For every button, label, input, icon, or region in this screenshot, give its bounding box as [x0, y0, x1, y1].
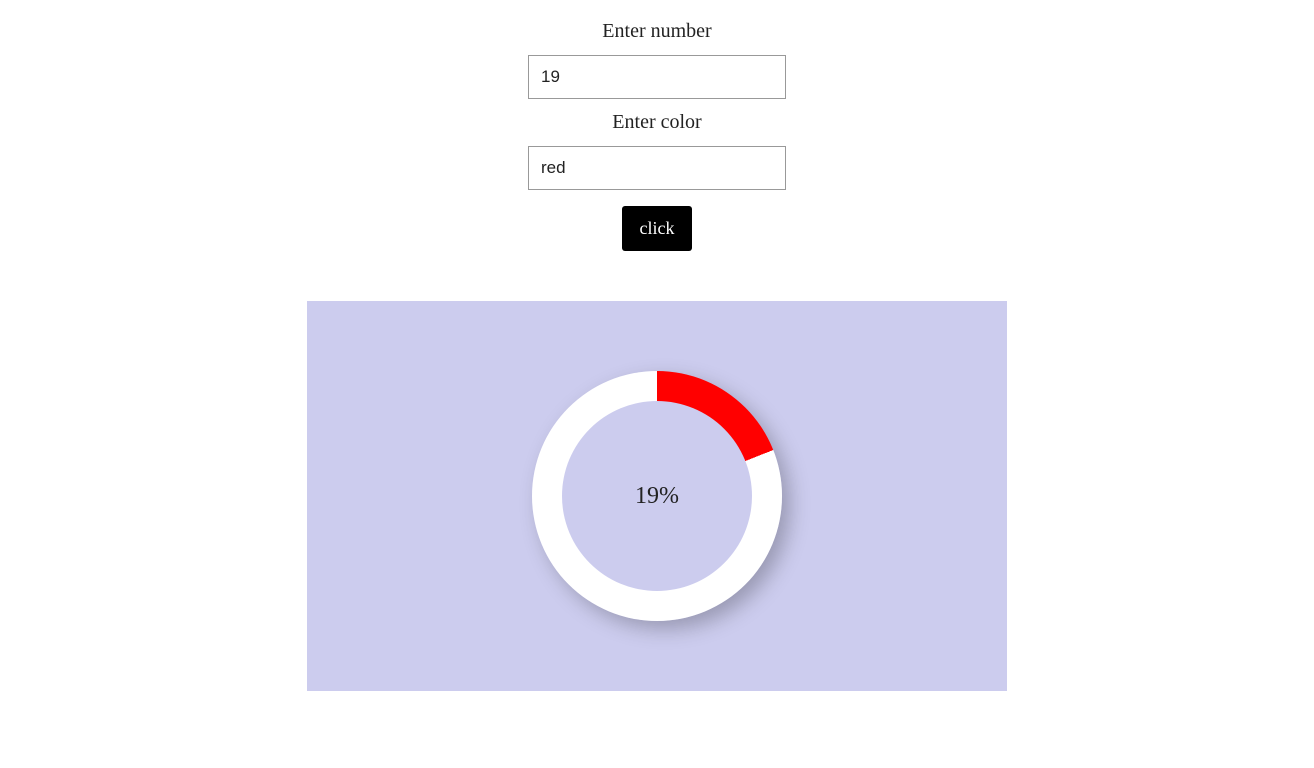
number-input[interactable] [528, 55, 786, 99]
color-input[interactable] [528, 146, 786, 190]
circular-inner: 19% [562, 401, 752, 591]
color-label: Enter color [612, 111, 701, 134]
circular-progress: 19% [532, 371, 782, 621]
progress-panel: 19% [307, 301, 1007, 691]
percent-text: 19% [635, 483, 679, 510]
form-container: Enter number Enter color click [528, 20, 786, 251]
click-button[interactable]: click [622, 206, 693, 251]
number-label: Enter number [602, 20, 711, 43]
